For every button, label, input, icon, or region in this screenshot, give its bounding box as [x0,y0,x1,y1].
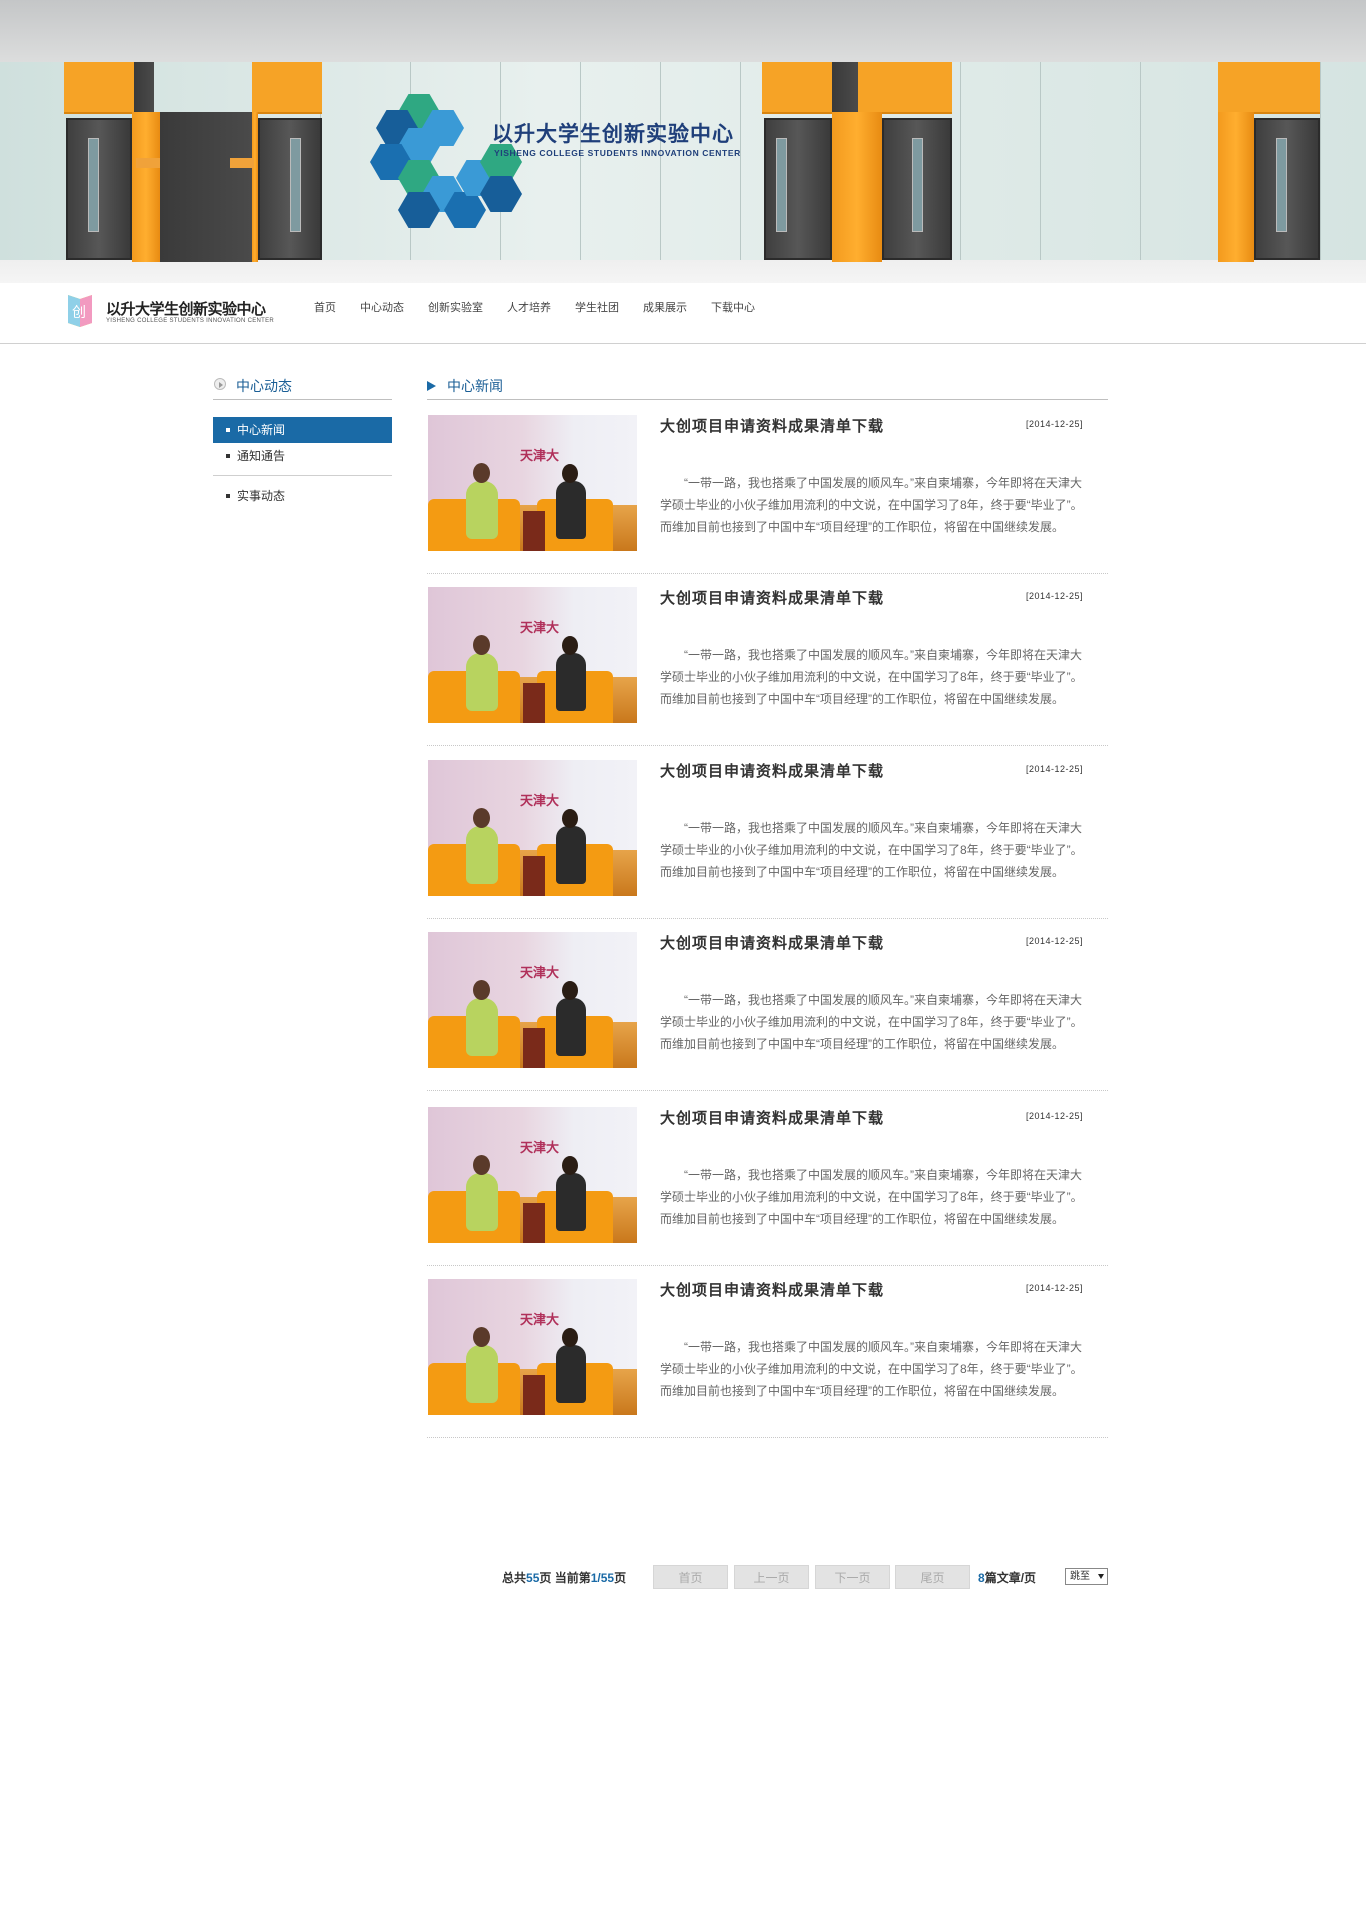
bullet-icon [226,494,230,498]
sidebar-item-current-events[interactable]: 实事动态 [213,483,392,509]
banner-title: 以升大学生创新实验中心 [492,122,734,146]
nav-student-clubs[interactable]: 学生社团 [575,301,619,315]
news-title[interactable]: 大创项目申请资料成果清单下载 [660,1279,884,1300]
next-page-button[interactable]: 下一页 [815,1565,890,1589]
sidebar-item-label: 实事动态 [237,489,286,503]
thumbnail-logo-text: 天津大 [520,1313,560,1328]
news-thumbnail[interactable]: 天津大 [428,760,637,896]
play-circle-icon [214,378,226,390]
thumbnail-logo-text: 天津大 [520,966,560,981]
news-thumbnail[interactable]: 天津大 [428,932,637,1068]
page-jump-value: 跳至 [1070,1571,1090,1582]
banner-image: 以升大学生创新实验中心 YISHENG COLLEGE STUDENTS INN… [0,0,1366,283]
first-page-button[interactable]: 首页 [653,1565,728,1589]
sidebar-item-notices[interactable]: 通知通告 [213,443,392,469]
news-title[interactable]: 大创项目申请资料成果清单下载 [660,760,884,781]
news-item: 天津大 大创项目申请资料成果清单下载 [2014-12-25] “一带一路，我也… [427,1279,1108,1438]
news-item: 天津大 大创项目申请资料成果清单下载 [2014-12-25] “一带一路，我也… [427,415,1108,574]
nav-innovation-lab[interactable]: 创新实验室 [428,301,483,315]
header: 创 以升大学生创新实验中心 YISHENG COLLEGE STUDENTS I… [0,283,1366,344]
news-item: 天津大 大创项目申请资料成果清单下载 [2014-12-25] “一带一路，我也… [427,1107,1108,1266]
nav-talent[interactable]: 人才培养 [507,301,551,315]
news-title[interactable]: 大创项目申请资料成果清单下载 [660,932,884,953]
news-summary: “一带一路，我也搭乘了中国发展的顺风车。”来自柬埔寨，今年即将在天津大学硕士毕业… [660,648,1083,706]
prev-page-button[interactable]: 上一页 [734,1565,809,1589]
sidebar-item-label: 通知通告 [237,449,286,463]
news-date: [2014-12-25] [1025,936,1083,946]
content-title: 中心新闻 [447,378,503,394]
nav-home[interactable]: 首页 [314,301,336,315]
site-subtitle: YISHENG COLLEGE STUDENTS INNOVATION CENT… [106,318,275,324]
thumbnail-logo-text: 天津大 [520,794,560,809]
news-item: 天津大 大创项目申请资料成果清单下载 [2014-12-25] “一带一路，我也… [427,587,1108,746]
news-item: 天津大 大创项目申请资料成果清单下载 [2014-12-25] “一带一路，我也… [427,760,1108,919]
page-jump-select[interactable]: 跳至 [1065,1568,1108,1585]
news-summary: “一带一路，我也搭乘了中国发展的顺风车。”来自柬埔寨，今年即将在天津大学硕士毕业… [660,1340,1083,1398]
sidebar-menu: 中心新闻 通知通告 实事动态 [213,417,392,509]
news-date: [2014-12-25] [1025,419,1083,429]
news-date: [2014-12-25] [1025,1111,1083,1121]
main-content: 中心新闻 天津大 大创项目申请资料成果清单下载 [2014-12-25] “一带… [427,375,1108,1438]
play-arrow-icon [427,381,436,391]
site-title[interactable]: 以升大学生创新实验中心 [106,298,266,319]
nav-downloads[interactable]: 下载中心 [711,301,755,315]
news-item: 天津大 大创项目申请资料成果清单下载 [2014-12-25] “一带一路，我也… [427,932,1108,1091]
chevron-down-icon [1098,1574,1104,1579]
news-thumbnail[interactable]: 天津大 [428,1279,637,1415]
total-pages: 55 [526,1571,540,1585]
sidebar-item-center-news[interactable]: 中心新闻 [213,417,392,443]
sidebar-header: 中心动态 [213,375,392,400]
news-title[interactable]: 大创项目申请资料成果清单下载 [660,587,884,608]
content-header: 中心新闻 [427,375,1108,400]
news-summary: “一带一路，我也搭乘了中国发展的顺风车。”来自柬埔寨，今年即将在天津大学硕士毕业… [660,993,1083,1051]
thumbnail-logo-text: 天津大 [520,449,560,464]
divider [213,475,392,476]
news-summary: “一带一路，我也搭乘了中国发展的顺风车。”来自柬埔寨，今年即将在天津大学硕士毕业… [660,821,1083,879]
svg-text:创: 创 [72,305,86,321]
banner-subtitle: YISHENG COLLEGE STUDENTS INNOVATION CENT… [494,148,741,158]
news-date: [2014-12-25] [1025,1283,1083,1293]
sidebar: 中心动态 中心新闻 通知通告 实事动态 [213,375,392,509]
sidebar-title: 中心动态 [236,378,292,394]
pagination: 总共55页 当前第1/55页 首页 上一页 下一页 尾页 8篇文章/页 跳至 [502,1565,1108,1589]
news-date: [2014-12-25] [1025,764,1083,774]
main-nav: 首页 中心动态 创新实验室 人才培养 学生社团 成果展示 下载中心 [314,301,779,315]
ceiling [0,0,1366,62]
news-summary: “一带一路，我也搭乘了中国发展的顺风车。”来自柬埔寨，今年即将在天津大学硕士毕业… [660,1168,1083,1226]
news-summary: “一带一路，我也搭乘了中国发展的顺风车。”来自柬埔寨，今年即将在天津大学硕士毕业… [660,476,1083,534]
news-thumbnail[interactable]: 天津大 [428,1107,637,1243]
nav-achievements[interactable]: 成果展示 [643,301,687,315]
sidebar-item-label: 中心新闻 [237,423,286,437]
page-info: 总共55页 当前第1/55页 [502,1571,627,1585]
bullet-icon [226,428,230,432]
thumbnail-logo-text: 天津大 [520,621,560,636]
nav-center-news[interactable]: 中心动态 [360,301,404,315]
news-title[interactable]: 大创项目申请资料成果清单下载 [660,1107,884,1128]
thumbnail-logo-text: 天津大 [520,1141,560,1156]
news-date: [2014-12-25] [1025,591,1083,601]
logo-icon[interactable]: 创 [64,291,96,327]
bullet-icon [226,454,230,458]
last-page-button[interactable]: 尾页 [895,1565,970,1589]
per-page-info: 8篇文章/页 [978,1571,1037,1585]
news-title[interactable]: 大创项目申请资料成果清单下载 [660,415,884,436]
news-thumbnail[interactable]: 天津大 [428,415,637,551]
news-thumbnail[interactable]: 天津大 [428,587,637,723]
current-page: 1/55 [590,1571,615,1585]
